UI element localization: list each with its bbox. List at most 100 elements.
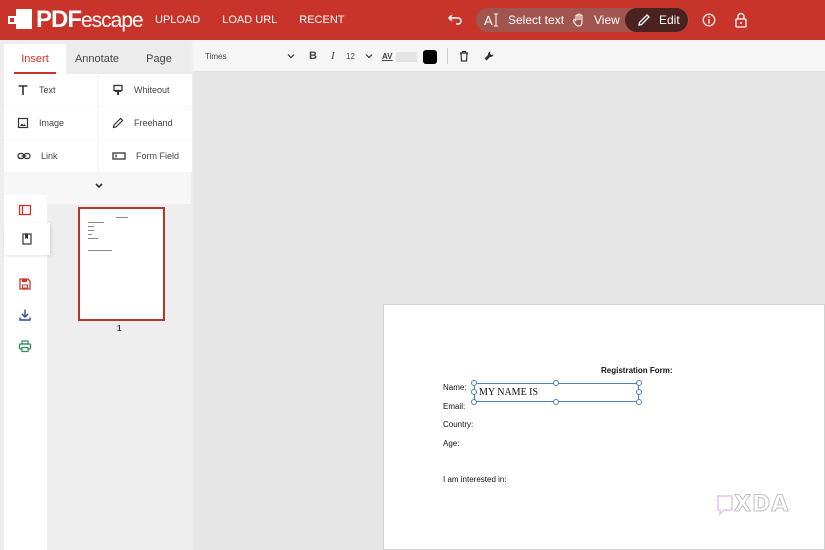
lock-button[interactable] [734, 12, 748, 33]
insert-tool-grid: Text Whiteout Image Freehand Link Form F… [4, 74, 192, 204]
italic-button[interactable]: I [331, 40, 335, 72]
xda-logo-icon [717, 494, 733, 516]
info-icon [702, 13, 716, 27]
name-text-value: MY NAME IS [479, 387, 539, 398]
resize-handle[interactable] [471, 389, 477, 395]
font-size-value: 12 [346, 51, 355, 61]
link-icon [17, 152, 31, 160]
freehand-tool-button[interactable]: Freehand [99, 107, 192, 139]
pencil-icon [638, 14, 650, 26]
chevron-down-icon [95, 183, 103, 189]
pdf-logo-icon [8, 9, 32, 31]
chevron-down-icon [287, 54, 295, 59]
text-tool-button[interactable]: Text [4, 74, 97, 106]
wrench-icon [484, 51, 494, 61]
top-nav: UPLOAD LOAD URL RECENT [155, 0, 367, 40]
top-bar: PDFescape UPLOAD LOAD URL RECENT A Selec… [0, 0, 825, 40]
form-field-tool-label: Form Field [136, 151, 180, 161]
character-spacing-button[interactable]: AV [382, 40, 393, 72]
expand-tools-button[interactable] [94, 177, 104, 195]
chevron-down-icon [365, 54, 373, 59]
download-button[interactable] [18, 308, 32, 322]
tab-insert[interactable]: Insert [4, 44, 66, 74]
tab-page-label: Page [146, 53, 172, 65]
whiteout-tool-label: Whiteout [134, 85, 170, 95]
download-icon [19, 309, 31, 321]
image-tool-button[interactable]: Image [4, 107, 97, 139]
font-select-value: Times [205, 51, 227, 61]
save-icon [19, 278, 31, 290]
save-button[interactable] [18, 277, 32, 291]
select-text-label: Select text [508, 13, 565, 27]
panel-icon [18, 204, 32, 216]
tab-annotate[interactable]: Annotate [66, 44, 128, 74]
page-thumbnail[interactable] [78, 207, 165, 321]
interest-label: I am interested in: [443, 475, 507, 484]
tab-page[interactable]: Page [128, 44, 190, 74]
insert-tabs: Insert Annotate Page [4, 44, 191, 74]
link-tool-button[interactable]: Link [4, 140, 97, 172]
sidebar [4, 195, 50, 550]
svg-text:A: A [484, 13, 493, 27]
select-text-icon: A [484, 13, 498, 27]
logo-text: PDFescape [36, 6, 144, 33]
image-icon [17, 117, 29, 129]
text-icon [18, 85, 28, 95]
select-text-mode-button[interactable]: A Select text [484, 8, 564, 32]
form-field-icon [112, 152, 126, 160]
resize-handle[interactable] [636, 399, 642, 405]
country-label: Country: [443, 420, 474, 429]
undo-icon [447, 14, 462, 25]
tab-annotate-label: Annotate [74, 53, 120, 65]
page-view-button[interactable] [4, 223, 50, 255]
link-tool-label: Link [41, 151, 58, 161]
print-button[interactable] [18, 339, 32, 353]
font-select[interactable]: Times [205, 40, 295, 72]
trash-icon [460, 50, 468, 62]
load-url-link[interactable]: LOAD URL [222, 14, 277, 26]
edit-label: Edit [659, 13, 680, 27]
view-label: View [594, 13, 620, 27]
edit-mode-button[interactable]: Edit [625, 8, 688, 32]
age-label: Age: [443, 439, 460, 448]
page-icon [22, 233, 32, 245]
email-label: Email: [443, 402, 466, 411]
resize-handle[interactable] [636, 380, 642, 386]
resize-handle[interactable] [553, 399, 559, 405]
name-label: Name: [443, 383, 467, 392]
delete-button[interactable] [458, 40, 470, 72]
undo-button[interactable] [447, 11, 465, 29]
page-number: 1 [117, 324, 122, 333]
freehand-tool-label: Freehand [134, 118, 173, 128]
document-title: Registration Form: [601, 366, 673, 375]
upload-link[interactable]: UPLOAD [155, 14, 200, 26]
thumbnails-panel-button[interactable] [18, 203, 32, 217]
spacing-value-field[interactable] [396, 52, 417, 62]
format-toolbar: Times B I 12 AV [193, 40, 825, 72]
resize-handle[interactable] [471, 399, 477, 405]
form-field-tool-button[interactable]: Form Field [99, 140, 192, 172]
freehand-icon [112, 117, 124, 129]
info-button[interactable] [702, 13, 716, 32]
text-color-swatch[interactable] [423, 50, 437, 64]
resize-handle[interactable] [471, 380, 477, 386]
whiteout-tool-button[interactable]: Whiteout [99, 74, 192, 106]
resize-handle[interactable] [636, 389, 642, 395]
recent-link[interactable]: RECENT [299, 14, 344, 26]
view-mode-button[interactable]: View [572, 8, 620, 32]
hand-icon [572, 13, 583, 27]
bold-button[interactable]: B [309, 40, 317, 72]
xda-watermark: XDA [716, 492, 790, 518]
font-size-select[interactable]: 12 [346, 40, 374, 72]
print-icon [18, 340, 32, 353]
xda-watermark-text: XDA [733, 492, 790, 518]
tab-insert-label: Insert [21, 53, 49, 65]
toolbar-divider [447, 48, 448, 64]
properties-button[interactable] [483, 40, 495, 72]
pdfescape-logo[interactable]: PDFescape [8, 6, 144, 34]
text-tool-label: Text [39, 85, 56, 95]
resize-handle[interactable] [553, 380, 559, 386]
lock-icon [735, 12, 747, 28]
whiteout-icon [113, 84, 123, 95]
image-tool-label: Image [39, 118, 65, 128]
